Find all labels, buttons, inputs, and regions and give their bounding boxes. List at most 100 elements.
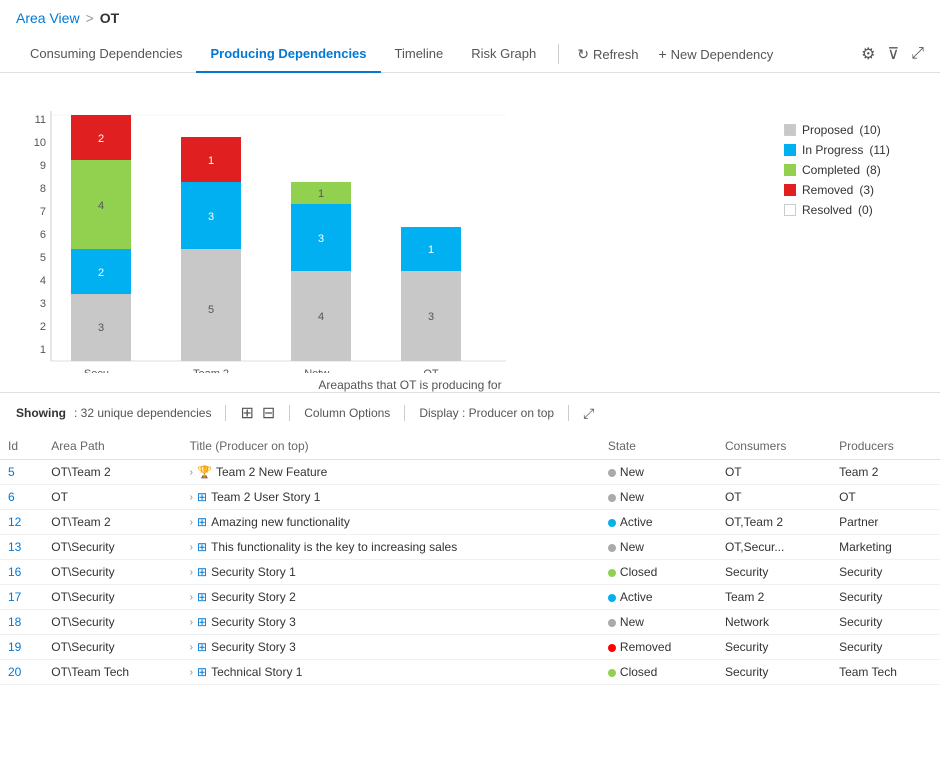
row-producers: Team Tech xyxy=(831,660,940,685)
row-consumers: Security xyxy=(717,660,831,685)
title-text: Technical Story 1 xyxy=(211,665,302,679)
svg-text:6: 6 xyxy=(40,229,46,241)
breadcrumb-current: OT xyxy=(100,10,119,26)
fullscreen-icon[interactable]: ⤢ xyxy=(911,45,924,63)
row-id: 12 xyxy=(0,510,43,535)
svg-text:11: 11 xyxy=(35,114,46,126)
trophy-icon: 🏆 xyxy=(197,465,212,479)
row-id: 18 xyxy=(0,610,43,635)
row-title: ›⊞Team 2 User Story 1 xyxy=(182,485,600,510)
column-options-button[interactable]: Column Options xyxy=(304,406,390,420)
expand-row-button[interactable]: › xyxy=(190,667,193,678)
row-consumers: Security xyxy=(717,560,831,585)
legend-proposed: Proposed (10) xyxy=(784,123,924,137)
row-consumers: OT xyxy=(717,485,831,510)
id-link[interactable]: 17 xyxy=(8,590,21,604)
title-text: Security Story 2 xyxy=(211,590,296,604)
row-area-path: OT\Team 2 xyxy=(43,510,181,535)
table-row: 18OT\Security›⊞Security Story 3NewNetwor… xyxy=(0,610,940,635)
row-id: 5 xyxy=(0,460,43,485)
row-producers: Security xyxy=(831,560,940,585)
row-id: 19 xyxy=(0,635,43,660)
id-link[interactable]: 6 xyxy=(8,490,15,504)
row-area-path: OT\Security xyxy=(43,560,181,585)
legend-completed: Completed (8) xyxy=(784,163,924,177)
row-consumers: Team 2 xyxy=(717,585,831,610)
svg-text:10: 10 xyxy=(34,137,46,149)
breadcrumb-parent[interactable]: Area View xyxy=(16,10,80,26)
id-link[interactable]: 19 xyxy=(8,640,21,654)
tab-producing-dependencies[interactable]: Producing Dependencies xyxy=(196,36,380,73)
showing-label: Showing xyxy=(16,406,66,420)
row-title: ›⊞Security Story 1 xyxy=(182,560,600,585)
state-dot xyxy=(608,519,616,527)
col-header-producers: Producers xyxy=(831,433,940,460)
expand-all-button[interactable]: ⊞ xyxy=(240,403,253,423)
svg-text:3: 3 xyxy=(40,298,46,310)
state-text: Closed xyxy=(620,565,657,579)
dependencies-table: Id Area Path Title (Producer on top) Sta… xyxy=(0,433,940,685)
col-header-id: Id xyxy=(0,433,43,460)
expand-row-button[interactable]: › xyxy=(190,567,193,578)
id-link[interactable]: 20 xyxy=(8,665,21,679)
title-text: This functionality is the key to increas… xyxy=(211,540,457,554)
legend-removed-count: (3) xyxy=(859,183,874,197)
collapse-all-button[interactable]: ⊟ xyxy=(262,403,275,423)
toolbar-sep3 xyxy=(404,405,405,421)
id-link[interactable]: 13 xyxy=(8,540,21,554)
legend-removed-label: Removed xyxy=(802,183,853,197)
svg-text:5: 5 xyxy=(40,252,46,264)
settings-icon[interactable]: ⚙ xyxy=(861,44,875,64)
state-dot xyxy=(608,669,616,677)
svg-text:4: 4 xyxy=(98,200,104,212)
legend-completed-color xyxy=(784,164,796,176)
row-id: 6 xyxy=(0,485,43,510)
expand-row-button[interactable]: › xyxy=(190,517,193,528)
board-icon: ⊞ xyxy=(197,615,207,629)
tab-consuming-dependencies[interactable]: Consuming Dependencies xyxy=(16,36,196,73)
row-area-path: OT\Security xyxy=(43,635,181,660)
id-link[interactable]: 18 xyxy=(8,615,21,629)
legend-in-progress-label: In Progress xyxy=(802,143,863,157)
expand-row-button[interactable]: › xyxy=(190,592,193,603)
title-cell: ›⊞Security Story 3 xyxy=(190,640,592,654)
row-title: ›⊞Security Story 3 xyxy=(182,610,600,635)
id-link[interactable]: 5 xyxy=(8,465,15,479)
filter-icon[interactable]: ⊽ xyxy=(887,44,899,64)
row-consumers: Security xyxy=(717,635,831,660)
id-link[interactable]: 12 xyxy=(8,515,21,529)
legend-proposed-count: (10) xyxy=(859,123,880,137)
expand-table-icon[interactable]: ⤢ xyxy=(583,405,594,422)
state-text: New xyxy=(620,615,644,629)
row-producers: Partner xyxy=(831,510,940,535)
title-cell: › ⊞ Security Story 2 xyxy=(190,590,592,604)
chart-legend: Proposed (10) In Progress (11) Completed… xyxy=(784,123,924,223)
refresh-button[interactable]: ↻ Refresh xyxy=(567,38,648,71)
chart-title: Areapaths that OT is producing for xyxy=(56,378,764,392)
row-title: ›🏆Team 2 New Feature xyxy=(182,460,600,485)
row-producers: OT xyxy=(831,485,940,510)
row-producers: Security xyxy=(831,610,940,635)
svg-text:3: 3 xyxy=(428,311,434,323)
row-area-path: OT\Security xyxy=(43,535,181,560)
expand-row-button[interactable]: › xyxy=(190,542,193,553)
expand-row-button[interactable]: › xyxy=(190,617,193,628)
new-dependency-button[interactable]: + New Dependency xyxy=(648,38,783,70)
expand-row-button[interactable]: › xyxy=(190,492,193,503)
state-dot xyxy=(608,494,616,502)
bar-chart-container: 11 10 9 8 7 6 5 4 3 2 1 3 2 xyxy=(16,93,764,392)
expand-row-button[interactable]: › xyxy=(190,467,193,478)
row-state: New xyxy=(600,460,717,485)
row-consumers: Network xyxy=(717,610,831,635)
state-dot xyxy=(608,569,616,577)
tab-risk-graph[interactable]: Risk Graph xyxy=(457,36,550,73)
id-link[interactable]: 16 xyxy=(8,565,21,579)
row-producers: Team 2 xyxy=(831,460,940,485)
svg-text:3: 3 xyxy=(318,233,324,245)
tab-timeline[interactable]: Timeline xyxy=(381,36,458,73)
board-icon: ⊞ xyxy=(197,590,207,604)
showing-value: : 32 unique dependencies xyxy=(74,406,211,420)
expand-row-button[interactable]: › xyxy=(190,642,193,653)
row-id: 17 xyxy=(0,585,43,610)
state-text: Removed xyxy=(620,640,671,654)
